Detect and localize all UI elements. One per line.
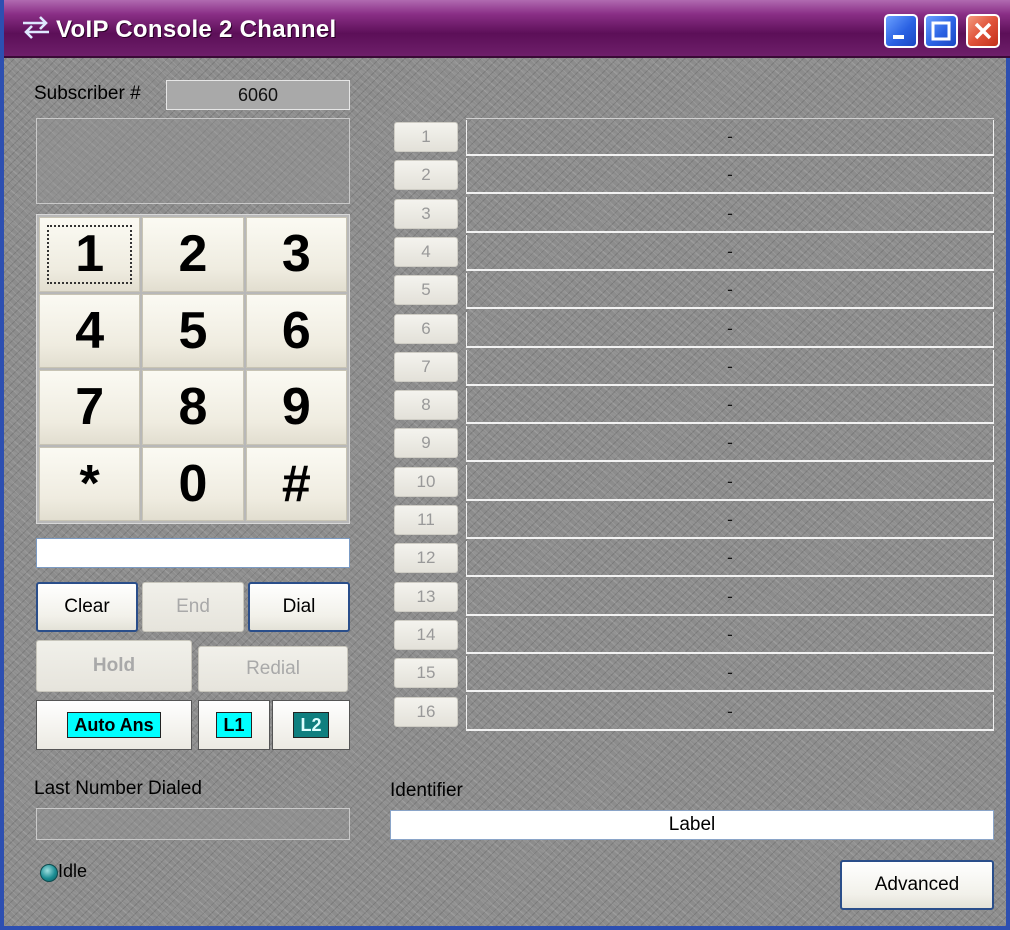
key-9[interactable]: 9	[245, 370, 347, 445]
channel-line[interactable]: -	[466, 120, 994, 156]
channel-number-button[interactable]: 10	[394, 467, 458, 497]
channel-line[interactable]: -	[466, 580, 994, 616]
line-2-label: L2	[293, 712, 329, 738]
channel-number-button[interactable]: 9	[394, 428, 458, 458]
minimize-icon	[893, 35, 904, 39]
call-display	[36, 118, 350, 204]
line-2-toggle[interactable]: L2	[272, 700, 350, 750]
channel-line[interactable]: -	[466, 618, 994, 654]
keypad: 1 2 3 4 5 6 7 8 9 * 0 #	[36, 214, 350, 524]
channel-number-button[interactable]: 16	[394, 697, 458, 727]
transfer-arrows-icon	[23, 16, 49, 39]
channel-number-button[interactable]: 2	[394, 160, 458, 190]
channel-number-button[interactable]: 6	[394, 314, 458, 344]
channel-number-button[interactable]: 15	[394, 658, 458, 688]
identifier-field[interactable]: Label	[390, 810, 994, 840]
last-number-field	[36, 808, 350, 840]
channel-number-button[interactable]: 7	[394, 352, 458, 382]
hold-button[interactable]: Hold	[36, 640, 192, 692]
end-button[interactable]: End	[142, 582, 244, 632]
channel-line[interactable]: -	[466, 273, 994, 309]
maximize-icon	[931, 21, 951, 41]
subscriber-label: Subscriber #	[34, 83, 141, 104]
subscriber-number: 6060	[166, 80, 350, 110]
redial-button[interactable]: Redial	[198, 646, 348, 692]
auto-answer-label: Auto Ans	[67, 712, 161, 738]
channel-line[interactable]: -	[466, 541, 994, 577]
line-1-label: L1	[216, 712, 252, 738]
channel-line[interactable]: -	[466, 197, 994, 233]
channel-number-button[interactable]: 5	[394, 275, 458, 305]
channel-line[interactable]: -	[466, 350, 994, 386]
last-number-label: Last Number Dialed	[34, 778, 202, 799]
channel-number-button[interactable]: 3	[394, 199, 458, 229]
dial-number-input[interactable]	[36, 538, 350, 568]
channel-line[interactable]: -	[466, 312, 994, 348]
status-text: Idle	[58, 861, 88, 881]
channel-number-button[interactable]: 8	[394, 390, 458, 420]
key-0[interactable]: 0	[142, 446, 244, 521]
status-indicator-icon	[40, 864, 58, 882]
key-7[interactable]: 7	[39, 370, 141, 445]
channel-number-button[interactable]: 13	[394, 582, 458, 612]
key-6[interactable]: 6	[245, 293, 347, 368]
key-8[interactable]: 8	[142, 370, 244, 445]
channel-line[interactable]: -	[466, 235, 994, 271]
close-button[interactable]	[966, 14, 1000, 48]
key-star[interactable]: *	[39, 446, 141, 521]
window-title: VoIP Console 2 Channel	[56, 16, 337, 43]
key-1[interactable]: 1	[39, 217, 141, 292]
channel-line[interactable]: -	[466, 388, 994, 424]
clear-button[interactable]: Clear	[36, 582, 138, 632]
key-3[interactable]: 3	[245, 217, 347, 292]
advanced-button[interactable]: Advanced	[840, 860, 994, 910]
channel-line[interactable]: -	[466, 695, 994, 731]
channel-line[interactable]: -	[466, 465, 994, 501]
app-window: VoIP Console 2 Channel Subscriber # 6060…	[0, 0, 1010, 930]
channel-number-button[interactable]: 14	[394, 620, 458, 650]
channel-line[interactable]: -	[466, 158, 994, 194]
channel-line[interactable]: -	[466, 426, 994, 462]
line-1-toggle[interactable]: L1	[198, 700, 270, 750]
dial-button[interactable]: Dial	[248, 582, 350, 632]
auto-answer-toggle[interactable]: Auto Ans	[36, 700, 192, 750]
channel-number-button[interactable]: 4	[394, 237, 458, 267]
channel-line[interactable]: -	[466, 656, 994, 692]
channel-number-button[interactable]: 11	[394, 505, 458, 535]
channel-number-button[interactable]: 12	[394, 543, 458, 573]
key-hash[interactable]: #	[245, 446, 347, 521]
maximize-button[interactable]	[924, 14, 958, 48]
title-bar[interactable]: VoIP Console 2 Channel	[4, 0, 1010, 58]
channel-line[interactable]: -	[466, 503, 994, 539]
key-2[interactable]: 2	[142, 217, 244, 292]
key-4[interactable]: 4	[39, 293, 141, 368]
close-icon	[974, 22, 992, 40]
minimize-button[interactable]	[884, 14, 918, 48]
identifier-label: Identifier	[390, 780, 463, 801]
key-5[interactable]: 5	[142, 293, 244, 368]
channel-number-button[interactable]: 1	[394, 122, 458, 152]
